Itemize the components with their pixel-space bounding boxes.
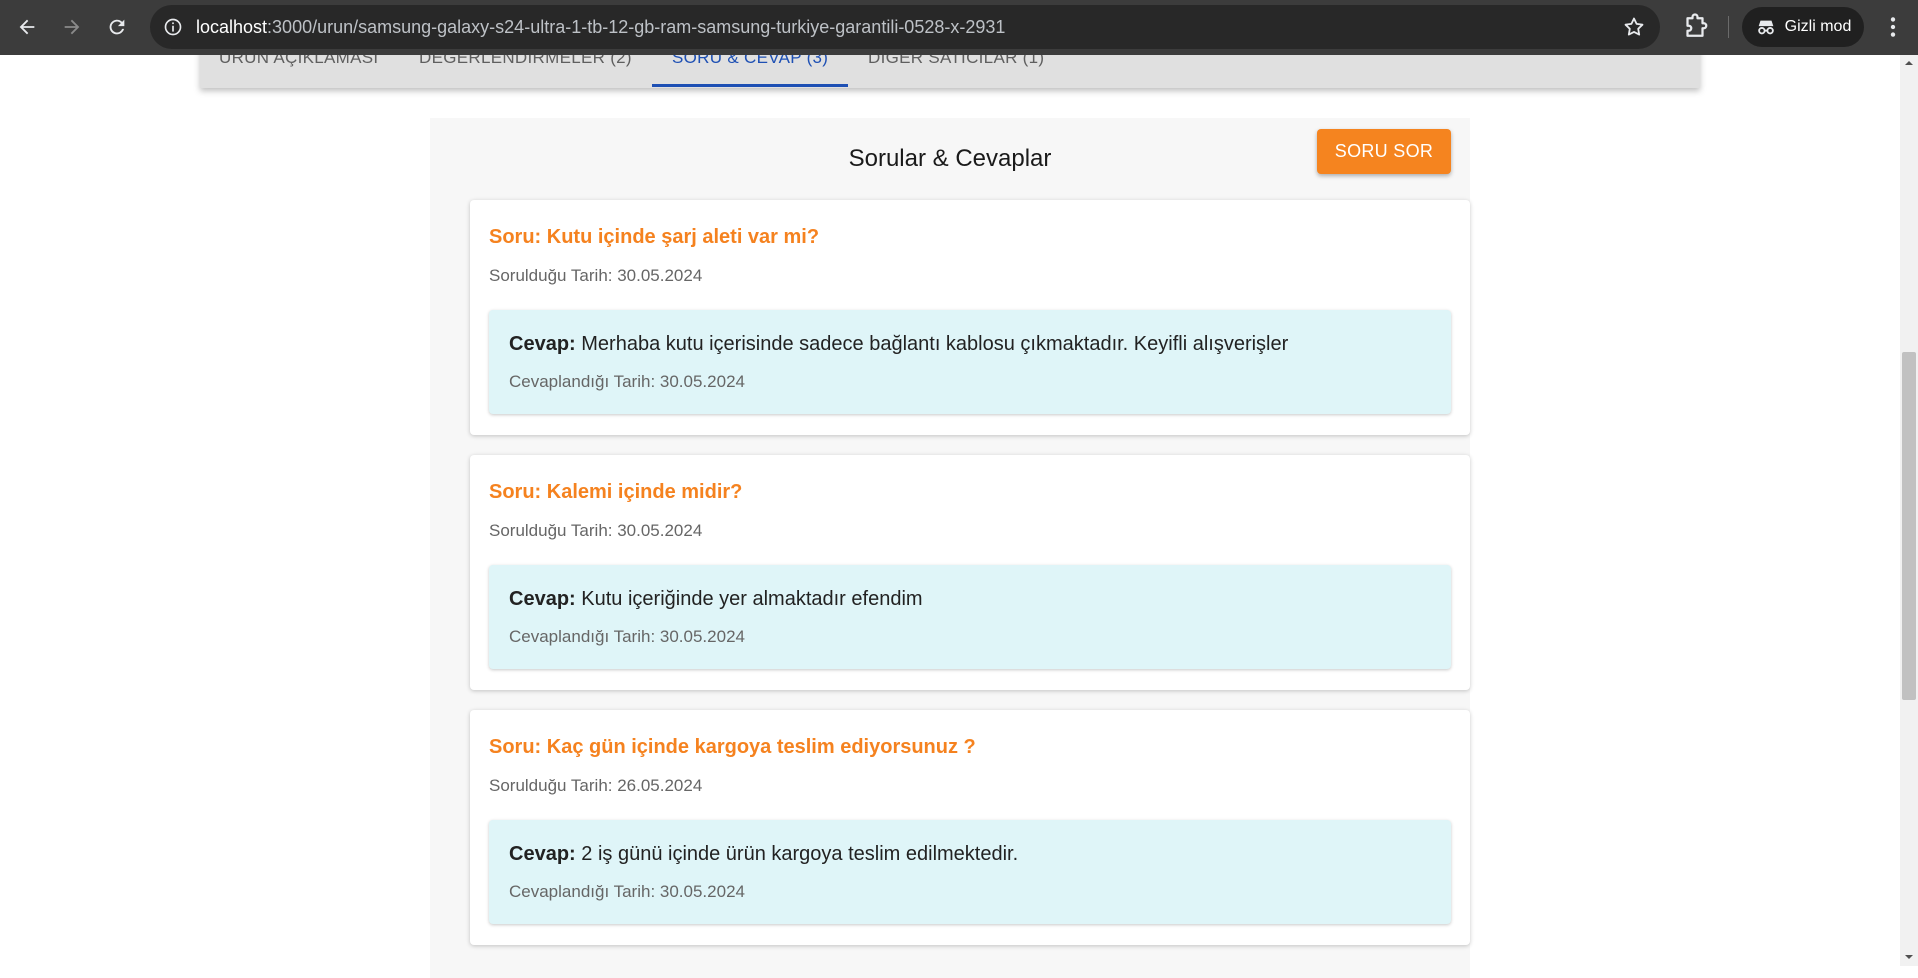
url-path: :3000/urun/samsung-galaxy-s24-ultra-1-tb… — [267, 17, 1006, 37]
answer-body: 2 iş günü içinde ürün kargoya teslim edi… — [581, 843, 1019, 865]
bookmark-star-icon[interactable] — [1622, 15, 1646, 39]
scrollbar-thumb[interactable] — [1902, 352, 1916, 700]
toolbar-divider — [1728, 16, 1729, 38]
question-text: Soru: Kaç gün içinde kargoya teslim ediy… — [489, 736, 976, 758]
question-date: Sorulduğu Tarih: 26.05.2024 — [489, 776, 703, 795]
question-text: Soru: Kutu içinde şarj aleti var mi? — [489, 226, 820, 248]
answer-text: Cevap: 2 iş günü içinde ürün kargoya tes… — [509, 843, 1018, 866]
question-text: Soru: Kalemi içinde midir? — [489, 481, 743, 503]
qa-item: Soru: Kaç gün içinde kargoya teslim ediy… — [470, 710, 1470, 945]
answer-date: Cevaplandığı Tarih: 30.05.2024 — [509, 372, 745, 391]
answer-box: Cevap: 2 iş günü içinde ürün kargoya tes… — [489, 820, 1451, 924]
back-button[interactable] — [9, 9, 45, 45]
site-info-icon[interactable] — [162, 16, 184, 38]
question-date: Sorulduğu Tarih: 30.05.2024 — [489, 521, 703, 540]
scroll-up-arrow-icon[interactable] — [1904, 58, 1914, 68]
incognito-icon — [1757, 20, 1774, 35]
answer-box: Cevap: Merhaba kutu içerisinde sadece ba… — [489, 310, 1451, 414]
qa-item: Soru: Kutu içinde şarj aleti var mi? Sor… — [470, 200, 1470, 435]
qa-title: Sorular & Cevaplar — [848, 145, 1052, 172]
answer-text: Cevap: Merhaba kutu içerisinde sadece ba… — [509, 333, 1288, 356]
question-date: Sorulduğu Tarih: 30.05.2024 — [489, 266, 703, 285]
active-tab-indicator — [652, 84, 848, 87]
answer-date: Cevaplandığı Tarih: 30.05.2024 — [509, 627, 745, 646]
ask-question-button[interactable]: SORU SOR — [1317, 129, 1451, 174]
answer-label: Cevap: — [509, 843, 576, 865]
extensions-icon[interactable] — [1680, 12, 1710, 42]
url-host: localhost — [196, 17, 268, 37]
incognito-label: Gizli mod — [1784, 18, 1852, 35]
arrow-right-icon — [64, 19, 80, 35]
arrow-left-icon — [19, 19, 35, 35]
answer-date: Cevaplandığı Tarih: 30.05.2024 — [509, 882, 745, 901]
reload-icon — [109, 19, 125, 35]
answer-label: Cevap: — [509, 333, 576, 355]
scroll-down-arrow-icon[interactable] — [1904, 952, 1914, 962]
qa-panel: Sorular & Cevaplar SORU SOR Soru: Kutu i… — [430, 118, 1470, 978]
answer-label: Cevap: — [509, 588, 576, 610]
url-text[interactable]: localhost:3000/urun/samsung-galaxy-s24-u… — [196, 17, 1005, 38]
answer-text: Cevap: Kutu içeriğinde yer almaktadır ef… — [509, 588, 923, 611]
more-vert-icon[interactable] — [1880, 14, 1906, 40]
address-bar[interactable]: localhost:3000/urun/samsung-galaxy-s24-u… — [150, 5, 1660, 49]
forward-button[interactable] — [54, 9, 90, 45]
browser-toolbar: localhost:3000/urun/samsung-galaxy-s24-u… — [0, 0, 1918, 55]
answer-box: Cevap: Kutu içeriğinde yer almaktadır ef… — [489, 565, 1451, 669]
incognito-badge[interactable]: Gizli mod — [1742, 7, 1864, 47]
reload-button[interactable] — [99, 9, 135, 45]
qa-item: Soru: Kalemi içinde midir? Sorulduğu Tar… — [470, 455, 1470, 690]
answer-body: Merhaba kutu içerisinde sadece bağlantı … — [581, 333, 1289, 355]
answer-body: Kutu içeriğinde yer almaktadır efendim — [581, 588, 923, 610]
